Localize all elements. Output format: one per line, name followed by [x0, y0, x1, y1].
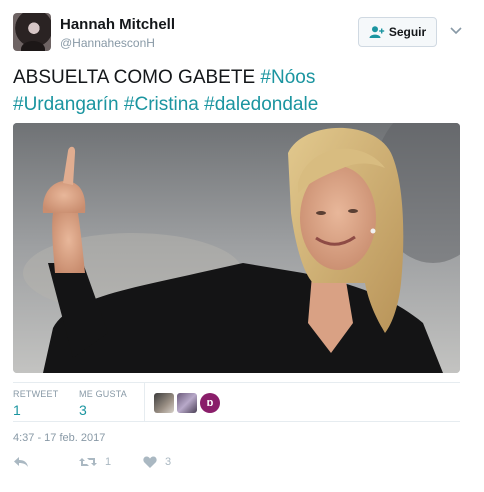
retweet-stat-label: RETWEET — [13, 389, 59, 399]
like-stat-count[interactable]: 3 — [79, 402, 127, 418]
like-button[interactable]: 3 — [143, 456, 171, 468]
hashtag-cristina[interactable]: #Cristina — [124, 94, 199, 115]
reply-button[interactable] — [13, 456, 29, 468]
user-handle[interactable]: @HannahesconH — [60, 36, 155, 50]
liker-avatars: ɒ — [154, 393, 220, 413]
liker-avatar[interactable] — [154, 393, 174, 413]
follow-button[interactable]: Seguir — [358, 17, 437, 47]
add-user-icon — [369, 26, 385, 38]
liker-badge-text: ɒ — [206, 397, 214, 409]
reply-icon — [14, 457, 28, 467]
avatar[interactable] — [13, 13, 51, 51]
stats-divider — [144, 383, 145, 422]
tweet-text-plain: ABSUELTA COMO GABETE — [13, 67, 256, 88]
retweet-count: 1 — [105, 456, 112, 468]
hashtag-noos[interactable]: #Nóos — [260, 67, 315, 88]
like-stat-label: ME GUSTA — [79, 389, 127, 399]
liker-avatar[interactable]: ɒ — [200, 393, 220, 413]
tweet-photo[interactable] — [13, 123, 460, 373]
liker-avatar[interactable] — [177, 393, 197, 413]
hashtag-urdangarin[interactable]: #Urdangarín — [13, 94, 119, 115]
retweet-stat[interactable]: RETWEET 1 — [13, 389, 58, 418]
tweet-actions: 1 3 — [13, 456, 313, 476]
user-name[interactable]: Hannah Mitchell — [60, 16, 175, 33]
hashtag-daledondale[interactable]: #daledondale — [204, 94, 318, 115]
like-count: 3 — [165, 456, 172, 468]
photo-illustration — [13, 123, 460, 373]
like-stat[interactable]: ME GUSTA 3 — [79, 389, 127, 418]
tweet-timestamp[interactable]: 4:37 - 17 feb. 2017 — [13, 432, 105, 444]
heart-icon — [143, 456, 157, 468]
retweet-stat-count[interactable]: 1 — [13, 402, 58, 418]
retweet-icon — [79, 458, 97, 466]
retweet-button[interactable]: 1 — [79, 456, 111, 468]
tweet-stats: RETWEET 1 ME GUSTA 3 ɒ — [13, 382, 460, 422]
tweet-text: ABSUELTA COMO GABETE #Nóos #Urdangarín #… — [13, 64, 473, 118]
follow-button-label: Seguir — [388, 25, 427, 39]
chevron-down-icon[interactable] — [450, 27, 462, 35]
